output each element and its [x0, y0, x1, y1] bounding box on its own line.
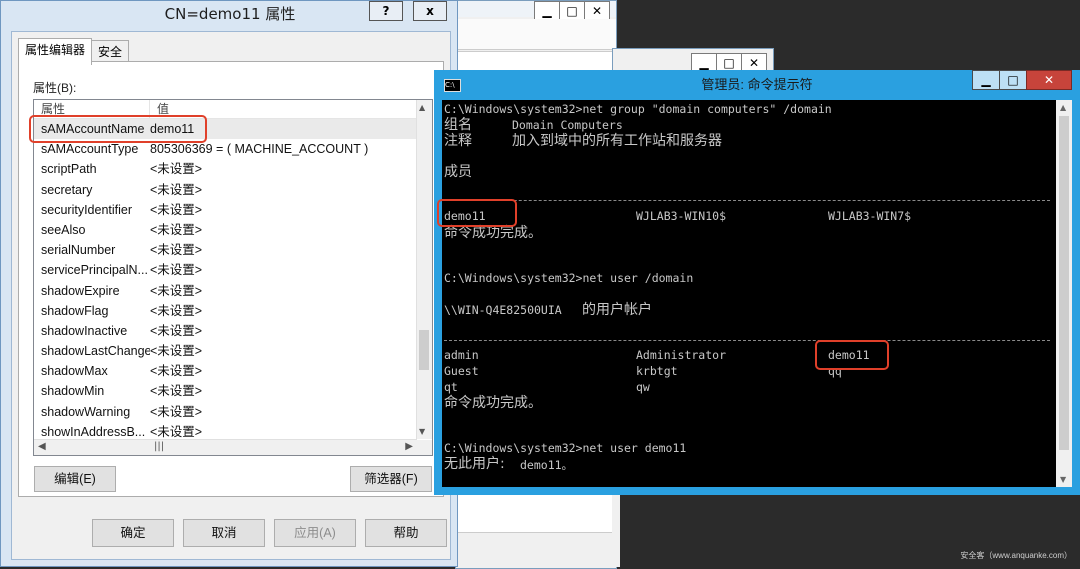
attribute-value: <未设置>	[150, 243, 203, 258]
console-line: \\WIN-Q4E82500UIA	[444, 303, 562, 317]
highlight-member-demo11	[437, 199, 517, 227]
console-line: 命令成功完成。	[444, 395, 542, 411]
attribute-name: shadowWarning	[41, 404, 131, 419]
help-icon[interactable]: ?	[369, 1, 403, 21]
attribute-value: <未设置>	[150, 344, 203, 359]
watermark: 安全客（www.anquanke.com）	[960, 551, 1072, 560]
attribute-row[interactable]: shadowMax <未设置>	[34, 361, 417, 381]
properties-dialog: CN=demo11 属性 ? x 属性编辑器 安全 属性(B): 属性 值 sA…	[0, 0, 458, 567]
console-line: krbtgt	[636, 364, 678, 378]
attribute-name: shadowLastChange	[41, 344, 150, 359]
attribute-name: shadowFlag	[41, 303, 109, 318]
tab-attribute-editor[interactable]: 属性编辑器	[18, 38, 93, 65]
scroll-grip-icon[interactable]: |||	[154, 441, 164, 452]
attribute-value: <未设置>	[150, 182, 203, 197]
scroll-thumb[interactable]	[419, 330, 429, 370]
background-pane	[612, 495, 620, 567]
attribute-list[interactable]: 属性 值 sAMAccountName demo11 sAMAccountType 8…	[33, 99, 433, 456]
attribute-row[interactable]: shadowLastChange <未设置>	[34, 341, 417, 361]
close-icon[interactable]: ✕	[1026, 70, 1072, 90]
attribute-value: <未设置>	[150, 263, 203, 278]
console-line: 加入到域中的所有工作站和服务器	[512, 133, 722, 149]
scroll-thumb[interactable]	[1059, 116, 1069, 450]
attributes-label: 属性(B):	[33, 81, 77, 95]
attribute-row[interactable]: scriptPath <未设置>	[34, 159, 417, 179]
maximize-icon[interactable]: □	[999, 70, 1027, 90]
console-line: admin	[444, 348, 479, 362]
console-line: qw	[636, 380, 650, 394]
attribute-name: shadowMin	[41, 384, 105, 399]
console-line: WJLAB3-WIN10$	[636, 209, 727, 223]
attribute-name: serialNumber	[41, 243, 116, 258]
console-output[interactable]: C:\Windows\system32>net group "domain co…	[442, 100, 1056, 487]
filter-button[interactable]: 筛选器(F)	[350, 466, 432, 492]
attribute-value: <未设置>	[150, 303, 203, 318]
vertical-scrollbar[interactable]: ▲ ▼	[416, 100, 432, 439]
minimize-icon[interactable]: ▁	[534, 1, 560, 21]
console-scrollbar[interactable]: ▲ ▼	[1056, 100, 1072, 487]
horizontal-scrollbar[interactable]: ◀ ||| ▶	[34, 439, 417, 455]
attribute-row[interactable]: serialNumber <未设置>	[34, 240, 417, 260]
apply-button[interactable]: 应用(A)	[274, 519, 356, 547]
scroll-down-icon[interactable]: ▼	[419, 427, 425, 436]
attribute-name: securityIdentifier	[41, 202, 133, 217]
minimize-icon[interactable]: ▁	[972, 70, 1000, 90]
console-line: 成员	[444, 164, 472, 180]
highlight-user-demo11	[815, 340, 889, 370]
console-line: 的用户帐户	[582, 302, 652, 318]
console-line: Guest	[444, 364, 479, 378]
console-line: Administrator	[636, 348, 727, 362]
attribute-value: <未设置>	[150, 384, 203, 399]
attribute-row[interactable]: shadowExpire <未设置>	[34, 281, 417, 301]
separator	[444, 200, 1050, 201]
attribute-name: seeAlso	[41, 222, 86, 237]
attribute-value: <未设置>	[150, 283, 203, 298]
attribute-name: servicePrincipalN...	[41, 263, 148, 278]
attribute-name: scriptPath	[41, 162, 97, 177]
attribute-row[interactable]: shadowMin <未设置>	[34, 381, 417, 401]
maximize-icon[interactable]: □	[559, 1, 585, 21]
attribute-name: shadowInactive	[41, 323, 128, 338]
scroll-up-icon[interactable]: ▲	[1060, 103, 1066, 112]
highlight-samaccountname	[29, 115, 207, 143]
attribute-row[interactable]: securityIdentifier <未设置>	[34, 200, 417, 220]
attribute-row[interactable]: secretary <未设置>	[34, 180, 417, 200]
attribute-row[interactable]: seeAlso <未设置>	[34, 220, 417, 240]
console-line: 无此用户:	[444, 456, 505, 472]
attribute-value: <未设置>	[150, 222, 203, 237]
attribute-value: <未设置>	[150, 162, 203, 177]
scroll-down-icon[interactable]: ▼	[1060, 475, 1066, 484]
attribute-name: shadowMax	[41, 364, 108, 379]
attribute-row[interactable]: servicePrincipalN... <未设置>	[34, 260, 417, 280]
scroll-up-icon[interactable]: ▲	[419, 103, 425, 112]
attribute-name: shadowExpire	[41, 283, 120, 298]
cancel-button[interactable]: 取消	[183, 519, 265, 547]
attribute-row[interactable]: shadowInactive <未设置>	[34, 321, 417, 341]
help-button[interactable]: 帮助	[365, 519, 447, 547]
scroll-left-icon[interactable]: ◀	[38, 441, 46, 452]
attribute-value: <未设置>	[150, 364, 203, 379]
attribute-name: secretary	[41, 182, 93, 197]
console-line: C:\Windows\system32>net user /domain	[444, 271, 694, 285]
scroll-right-icon[interactable]: ▶	[405, 441, 413, 452]
scroll-corner	[417, 440, 432, 455]
console-line: 注释	[444, 133, 472, 149]
attribute-row[interactable]: shadowFlag <未设置>	[34, 301, 417, 321]
attribute-value: <未设置>	[150, 404, 203, 419]
console-line: C:\Windows\system32>net group "domain co…	[444, 102, 832, 116]
attribute-value: <未设置>	[150, 323, 203, 338]
attribute-value: <未设置>	[150, 202, 203, 217]
command-prompt-window: C:\ 管理员: 命令提示符 ▁ □ ✕ C:\Windows\system32…	[434, 70, 1080, 495]
close-icon[interactable]: ✕	[584, 1, 610, 21]
tab-security[interactable]: 安全	[91, 40, 130, 63]
dialog-body: 属性编辑器 安全 属性(B): 属性 值 sAMAccountName demo1…	[11, 31, 451, 560]
edit-button[interactable]: 编辑(E)	[34, 466, 116, 492]
ok-button[interactable]: 确定	[92, 519, 174, 547]
console-line: demo11。	[520, 458, 574, 472]
console-line: WJLAB3-WIN7$	[828, 209, 912, 223]
close-icon[interactable]: x	[413, 1, 447, 21]
separator	[444, 340, 1050, 341]
attribute-row[interactable]: shadowWarning <未设置>	[34, 402, 417, 422]
